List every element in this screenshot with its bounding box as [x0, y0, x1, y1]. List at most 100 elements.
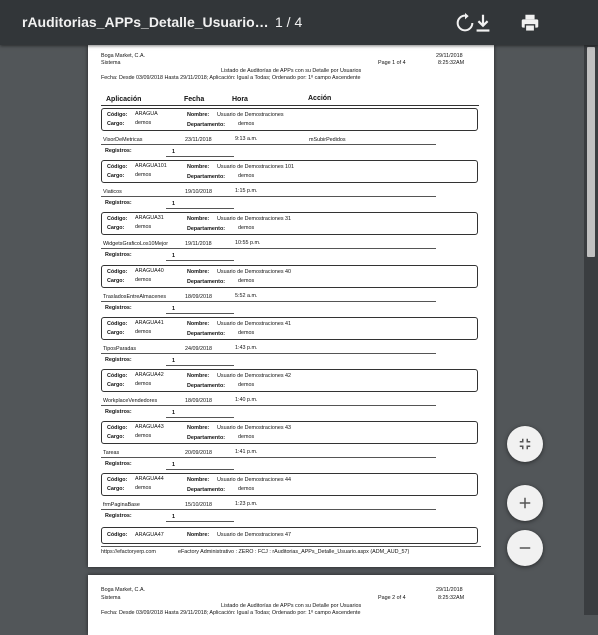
- registros-count: 1: [172, 149, 175, 155]
- app-date: 15/10/2018: [185, 502, 212, 509]
- download-button[interactable]: [472, 12, 494, 34]
- zoom-out-button[interactable]: [507, 530, 543, 566]
- registros-count: 1: [172, 201, 175, 208]
- registros-label: Registros:: [105, 200, 132, 207]
- codigo-label: Código:: [107, 268, 128, 275]
- registros-label: Registros:: [105, 304, 132, 311]
- vertical-scrollbar[interactable]: [584, 45, 598, 615]
- codigo-value: ARAGUA31: [135, 215, 164, 222]
- system-label: Sistema: [101, 60, 121, 66]
- departamento-label: Departamento:: [187, 226, 226, 233]
- registros-underline: [166, 208, 234, 210]
- cargo-label: Cargo:: [107, 434, 125, 441]
- scrollbar-thumb[interactable]: [587, 47, 595, 257]
- app-name: VisorDeMetricas: [103, 137, 143, 143]
- record-divider: [101, 457, 436, 459]
- registros-label: Registros:: [105, 409, 132, 415]
- column-header-fecha: Fecha: [184, 96, 205, 103]
- app-name: WorkplaceVendedores: [103, 398, 158, 404]
- pdf-page-2: Boga Market, C.A. Sistema Page 2 of 4 29…: [88, 575, 494, 635]
- registros-count: 1: [172, 514, 175, 521]
- registros-count: 1: [172, 305, 175, 312]
- app-action: mSubirPedidos: [309, 137, 346, 143]
- page-number: Page 1 of 4: [378, 60, 406, 66]
- fit-page-icon: [519, 438, 531, 450]
- fit-page-button[interactable]: [507, 426, 543, 462]
- nombre-value: Usuario de Demostraciones 42: [217, 373, 292, 379]
- departamento-value: demos: [238, 173, 255, 180]
- record-divider: [101, 509, 436, 511]
- departamento-value: demos: [238, 225, 255, 232]
- record-divider: [101, 248, 436, 250]
- cargo-label: Cargo:: [107, 329, 125, 336]
- registros-underline: [166, 312, 234, 314]
- departamento-label: Departamento:: [187, 278, 226, 285]
- minus-icon: [519, 547, 531, 549]
- user-box: Código: ARAGUA31 Nombre: Usuario de Demo…: [101, 212, 478, 236]
- registros-label: Registros:: [105, 356, 132, 363]
- footer-url: https://efactoryerp.com: [101, 549, 156, 555]
- print-button[interactable]: [519, 12, 541, 34]
- registros-label: Registros:: [105, 252, 132, 259]
- cargo-label: Cargo:: [107, 173, 125, 180]
- departamento-label: Departamento:: [187, 383, 226, 389]
- departamento-value: demos: [238, 121, 255, 127]
- column-header-accion: Acción: [308, 95, 332, 102]
- cargo-value: demos: [135, 381, 152, 387]
- user-box: Código: ARAGUA42 Nombre: Usuario de Demo…: [101, 369, 478, 392]
- nombre-value: Usuario de Demostraciones: [217, 112, 284, 118]
- nombre-label: Nombre:: [187, 164, 210, 171]
- header-divider: [101, 105, 479, 106]
- nombre-label: Nombre:: [187, 373, 210, 379]
- app-date: 20/09/2018: [185, 450, 212, 457]
- cargo-label: Cargo:: [107, 121, 125, 127]
- codigo-label: Código:: [107, 477, 128, 484]
- nombre-value: Usuario de Demostraciones 40: [217, 268, 292, 275]
- cargo-value: demos: [135, 433, 152, 440]
- cargo-value: demos: [135, 120, 152, 126]
- app-time: 9:13 a.m.: [235, 136, 258, 142]
- pdf-toolbar: rAuditorias_APPs_Detalle_Usuario… 1 / 4: [0, 0, 598, 45]
- departamento-label: Departamento:: [187, 487, 226, 494]
- app-date: 19/11/2018: [185, 241, 212, 248]
- codigo-label: Código:: [107, 164, 128, 171]
- cargo-label: Cargo:: [107, 486, 125, 493]
- registros-count: 1: [172, 410, 175, 416]
- app-name: TrasladosEntreAlmacenes: [103, 293, 167, 300]
- zoom-in-button[interactable]: [507, 485, 543, 521]
- codigo-value: ARAGUA42: [135, 372, 164, 378]
- app-name: WidgetsGraficoLos10Mejor: [103, 241, 169, 248]
- user-box: Código: ARAGUA43 Nombre: Usuario de Demo…: [101, 421, 478, 445]
- registros-underline: [166, 469, 234, 471]
- user-box: Código: ARAGUA40 Nombre: Usuario de Demo…: [101, 264, 478, 288]
- nombre-label: Nombre:: [187, 532, 210, 538]
- column-header-aplicacion: Aplicación: [106, 96, 142, 103]
- app-time: 10:55 p.m.: [235, 240, 261, 247]
- plus-icon: [519, 497, 531, 509]
- user-box: Código: ARAGUA Nombre: Usuario de Demost…: [101, 108, 478, 131]
- codigo-value: ARAGUA41: [135, 319, 164, 326]
- codigo-label: Código:: [107, 532, 128, 538]
- footer-info: eFactory Administrativo : ZERO : FCJ : r…: [178, 549, 410, 555]
- codigo-label: Código:: [107, 112, 128, 118]
- print-icon: [521, 14, 539, 32]
- departamento-label: Departamento:: [187, 122, 226, 128]
- cargo-label: Cargo:: [107, 277, 125, 284]
- user-box: Código: ARAGUA47 Nombre: Usuario de Demo…: [101, 527, 478, 544]
- nombre-label: Nombre:: [187, 268, 210, 275]
- cargo-label: Cargo:: [107, 225, 125, 232]
- report-time: 8:25:32AM: [438, 60, 465, 66]
- nombre-label: Nombre:: [187, 320, 210, 327]
- cargo-value: demos: [135, 276, 152, 283]
- record-divider: [101, 300, 436, 302]
- nombre-value: Usuario de Demostraciones 47: [217, 532, 292, 538]
- app-time: 1:41 p.m.: [235, 449, 258, 456]
- cargo-value: demos: [135, 172, 152, 179]
- app-time: 1:15 p.m.: [235, 188, 258, 195]
- record-divider: [101, 144, 436, 145]
- report-date: 29/11/2018: [436, 53, 463, 59]
- report-date: 29/11/2018: [436, 587, 463, 593]
- app-name: TiposParadas: [103, 345, 137, 352]
- company-name: Boga Market, C.A.: [101, 53, 146, 59]
- report-title: Listado de Auditorías de APPs con su Det…: [221, 603, 362, 609]
